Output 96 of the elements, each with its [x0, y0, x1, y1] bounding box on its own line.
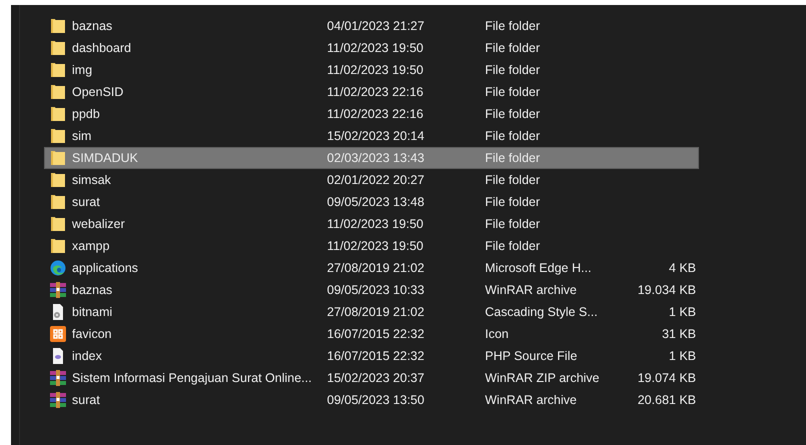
date-modified: 09/05/2023 13:48 — [327, 195, 426, 209]
file-row[interactable]: index 16/07/2015 22:32 PHP Source File 1 KB — [44, 345, 699, 367]
file-name: surat — [72, 393, 100, 407]
file-name: ppdb — [72, 107, 100, 121]
file-type: WinRAR archive — [485, 393, 578, 407]
file-row[interactable]: OpenSID 11/02/2023 22:16 File folder — [44, 81, 699, 103]
file-type: Cascading Style S... — [485, 305, 599, 319]
file-row[interactable]: SIMDADUK 02/03/2023 13:43 File folder — [44, 147, 699, 169]
file-name: baznas — [72, 19, 112, 33]
file-row[interactable]: webalizer 11/02/2023 19:50 File folder — [44, 213, 699, 235]
file-name: favicon — [72, 327, 112, 341]
file-row[interactable]: applications 27/08/2019 21:02 Microsoft Edge H... 4 KB — [44, 257, 699, 279]
date-modified: 09/05/2023 10:33 — [327, 283, 426, 297]
php-file-icon — [50, 348, 66, 364]
file-type: File folder — [485, 239, 541, 253]
file-type: File folder — [485, 63, 541, 77]
date-modified: 11/02/2023 19:50 — [327, 63, 424, 77]
file-name: applications — [72, 261, 138, 275]
file-name: bitnami — [72, 305, 112, 319]
file-row[interactable]: favicon 16/07/2015 22:32 Icon 31 KB — [44, 323, 699, 345]
file-row[interactable]: baznas 04/01/2023 21:27 File folder — [44, 15, 699, 37]
date-modified: 11/02/2023 19:50 — [327, 239, 424, 253]
folder-icon — [50, 40, 66, 56]
file-type: Icon — [485, 327, 510, 341]
file-type: File folder — [485, 19, 541, 33]
date-modified: 16/07/2015 22:32 — [327, 349, 426, 363]
file-row[interactable]: surat 09/05/2023 13:50 WinRAR archive 20.681 KB — [44, 389, 699, 411]
file-type: PHP Source File — [485, 349, 578, 363]
file-type: WinRAR archive — [485, 283, 578, 297]
folder-icon — [50, 150, 66, 166]
folder-icon — [50, 238, 66, 254]
folder-icon — [50, 62, 66, 78]
date-modified: 02/01/2022 20:27 — [327, 173, 426, 187]
folder-icon — [50, 216, 66, 232]
file-name: webalizer — [72, 217, 125, 231]
file-size: 4 KB — [668, 261, 696, 275]
date-modified: 02/03/2023 13:43 — [327, 151, 426, 165]
file-type: WinRAR ZIP archive — [485, 371, 600, 385]
file-name: img — [72, 63, 92, 77]
file-row[interactable]: sim 15/02/2023 20:14 File folder — [44, 125, 699, 147]
date-modified: 15/02/2023 20:37 — [327, 371, 426, 385]
date-modified: 27/08/2019 21:02 — [327, 305, 426, 319]
file-name: Sistem Informasi Pengajuan Surat Online... — [72, 371, 312, 385]
file-type: File folder — [485, 217, 541, 231]
file-type: File folder — [485, 195, 541, 209]
date-modified: 11/02/2023 22:16 — [327, 85, 424, 99]
folder-icon — [50, 18, 66, 34]
date-modified: 16/07/2015 22:32 — [327, 327, 426, 341]
file-name: baznas — [72, 283, 112, 297]
folder-icon — [50, 194, 66, 210]
file-name: xampp — [72, 239, 110, 253]
file-name: sim — [72, 129, 92, 143]
file-row[interactable]: xampp 11/02/2023 19:50 File folder — [44, 235, 699, 257]
edge-browser-icon — [50, 260, 66, 276]
archive-icon — [50, 370, 66, 386]
file-name: SIMDADUK — [72, 151, 138, 165]
file-type: File folder — [485, 85, 541, 99]
file-type: File folder — [485, 107, 541, 121]
file-row[interactable]: ppdb 11/02/2023 22:16 File folder — [44, 103, 699, 125]
date-modified: 09/05/2023 13:50 — [327, 393, 426, 407]
file-type: File folder — [485, 129, 541, 143]
date-modified: 11/02/2023 19:50 — [327, 217, 424, 231]
folder-icon — [50, 128, 66, 144]
file-size: 19.074 KB — [638, 371, 696, 385]
archive-icon — [50, 392, 66, 408]
archive-icon — [50, 282, 66, 298]
file-size: 1 KB — [668, 349, 696, 363]
folder-icon — [50, 84, 66, 100]
file-size: 1 KB — [668, 305, 696, 319]
date-modified: 15/02/2023 20:14 — [327, 129, 426, 143]
file-row[interactable]: surat 09/05/2023 13:48 File folder — [44, 191, 699, 213]
file-row[interactable]: simsak 02/01/2022 20:27 File folder — [44, 169, 699, 191]
file-size: 31 KB — [662, 327, 696, 341]
file-name: dashboard — [72, 41, 132, 55]
file-row[interactable]: img 11/02/2023 19:50 File folder — [44, 59, 699, 81]
date-modified: 11/02/2023 19:50 — [327, 41, 424, 55]
folder-icon — [50, 172, 66, 188]
file-row[interactable]: baznas 09/05/2023 10:33 WinRAR archive 19.034 KB — [44, 279, 699, 301]
file-type: File folder — [485, 151, 541, 165]
folder-icon — [50, 106, 66, 122]
file-row[interactable]: Sistem Informasi Pengajuan Surat Online... 15/02/2023 20:37 WinRAR ZIP archive 19.074 KB — [44, 367, 699, 389]
file-name: index — [72, 349, 102, 363]
file-row[interactable]: dashboard 11/02/2023 19:50 File folder — [44, 37, 699, 59]
file-size: 19.034 KB — [638, 283, 696, 297]
file-row[interactable]: bitnami 27/08/2019 21:02 Cascading Style S... 1 KB — [44, 301, 699, 323]
file-type: File folder — [485, 173, 541, 187]
file-type: Microsoft Edge H... — [485, 261, 592, 275]
file-name: surat — [72, 195, 100, 209]
date-modified: 27/08/2019 21:02 — [327, 261, 426, 275]
date-modified: 11/02/2023 22:16 — [327, 107, 424, 121]
file-name: simsak — [72, 173, 111, 187]
file-type: File folder — [485, 41, 541, 55]
settings-file-icon — [50, 304, 66, 320]
date-modified: 04/01/2023 21:27 — [327, 19, 426, 33]
file-size: 20.681 KB — [638, 393, 696, 407]
file-name: OpenSID — [72, 85, 124, 99]
